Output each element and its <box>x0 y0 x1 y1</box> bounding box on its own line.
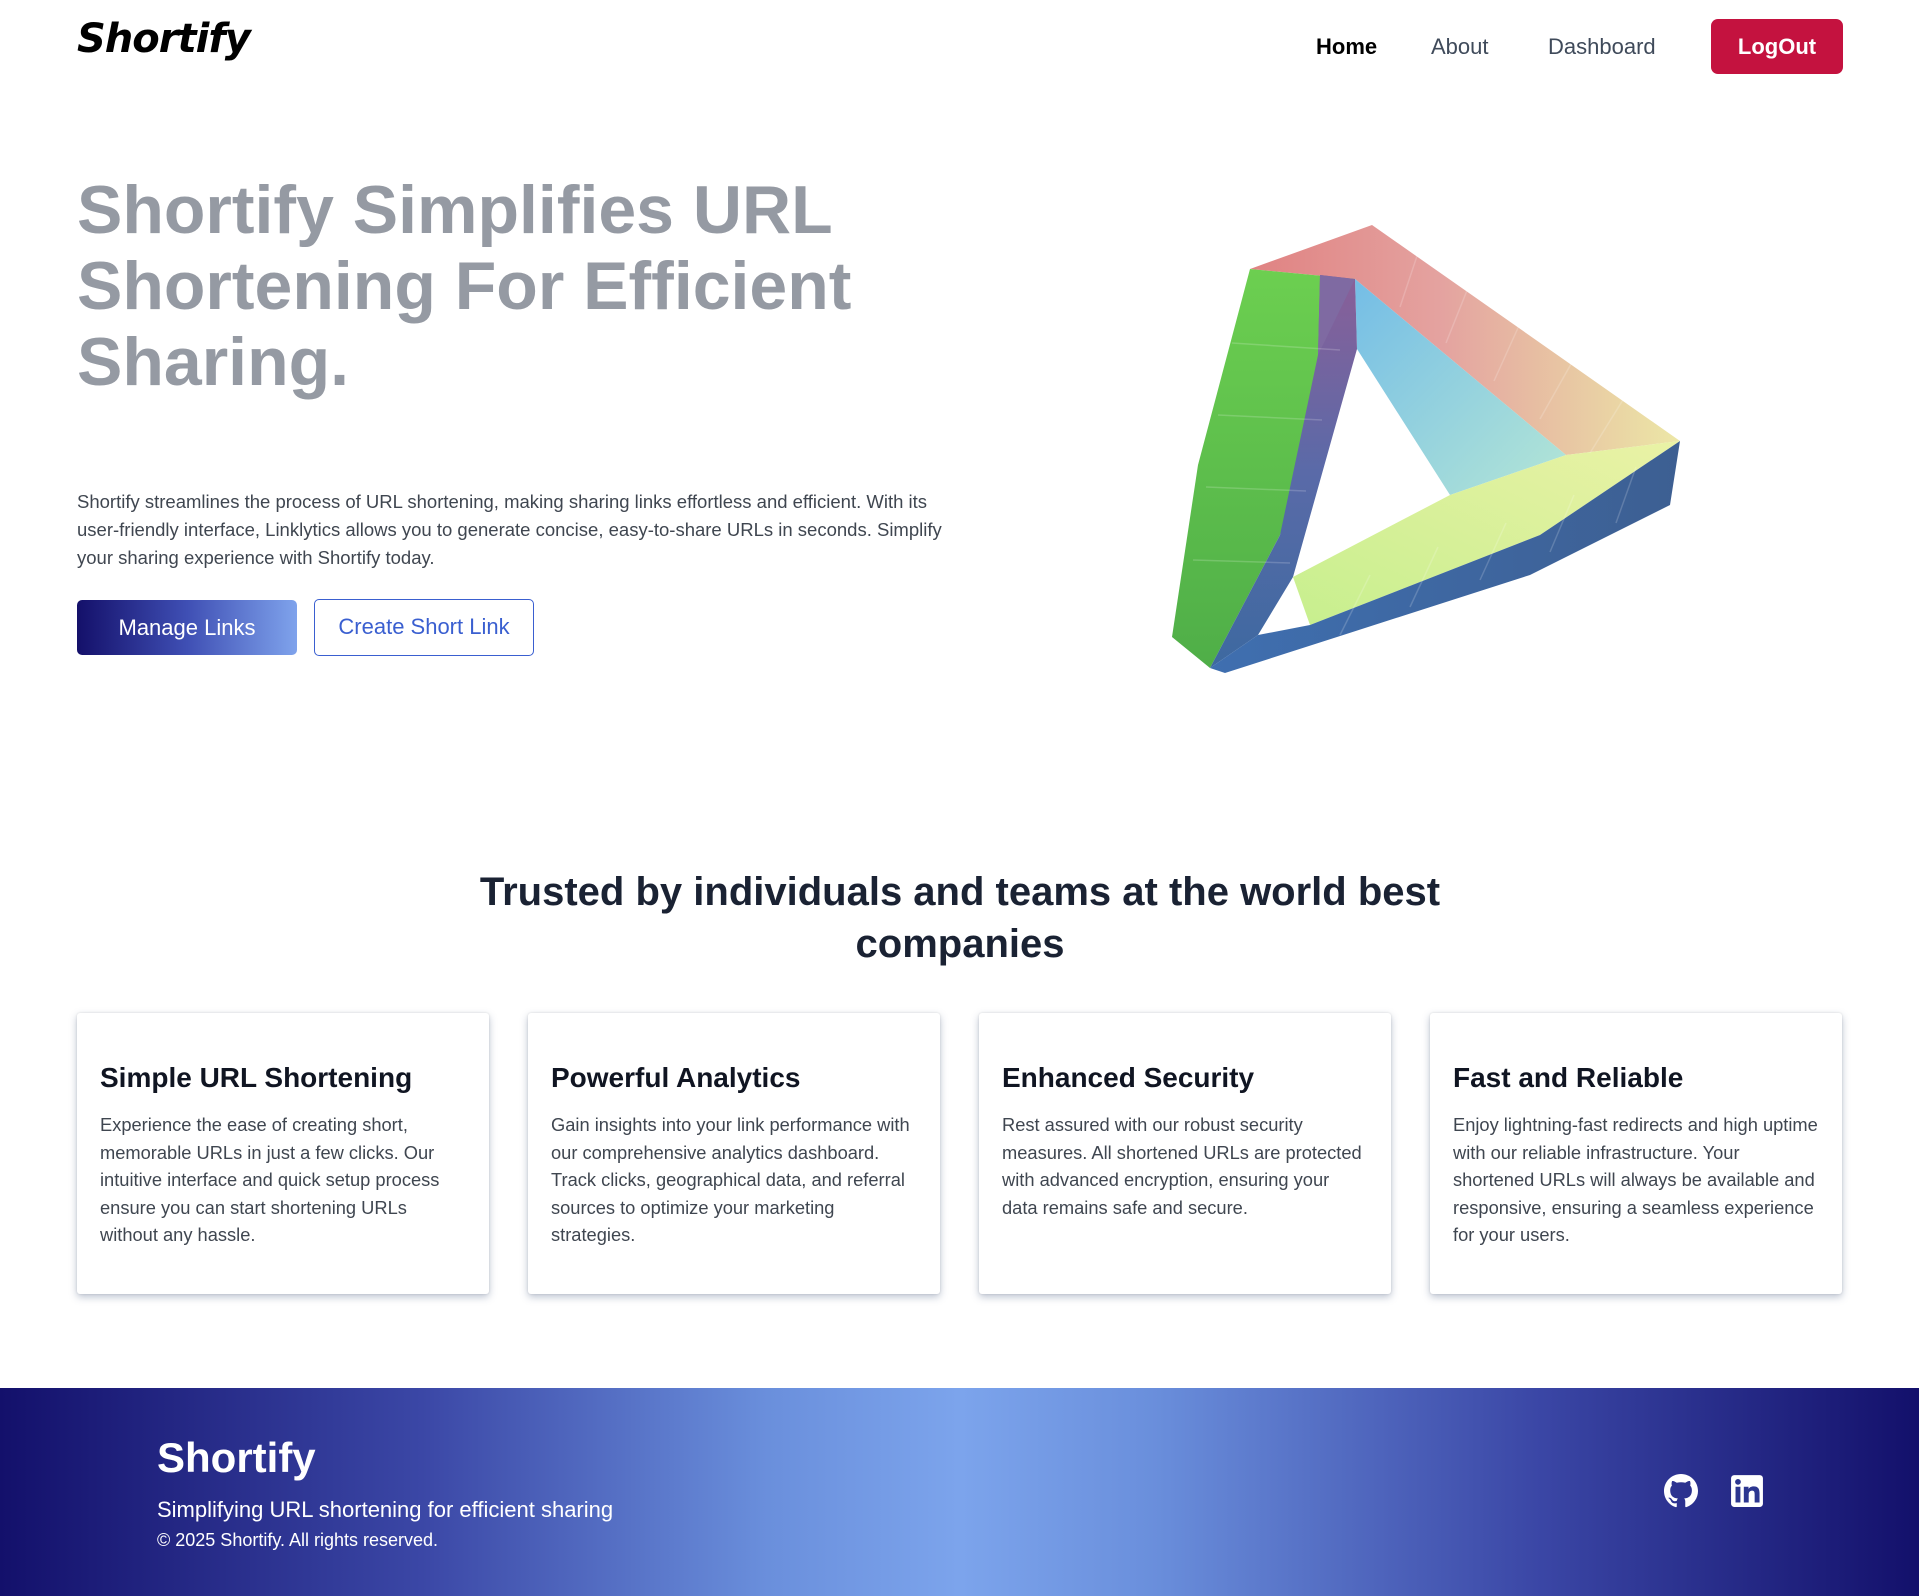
feature-card-simple-url-shortening: Simple URL Shortening Experience the eas… <box>77 1013 489 1294</box>
create-short-link-button[interactable]: Create Short Link <box>314 599 534 656</box>
feature-card-text: Experience the ease of creating short, m… <box>100 1114 440 1246</box>
footer: Shortify Simplifying URL shortening for … <box>0 1388 1919 1596</box>
feature-card-title: Simple URL Shortening <box>100 1062 413 1093</box>
feature-card-powerful-analytics: Powerful Analytics Gain insights into yo… <box>528 1013 940 1294</box>
footer-tagline: Simplifying URL shortening for efficient… <box>157 1497 614 1522</box>
feature-card-fast-and-reliable: Fast and Reliable Enjoy lightning-fast r… <box>1430 1013 1842 1294</box>
nav-about-link[interactable]: About <box>1431 34 1489 60</box>
impossible-triangle-illustration <box>1172 225 1680 673</box>
github-icon[interactable] <box>1664 1474 1698 1508</box>
nav-dashboard-link[interactable]: Dashboard <box>1548 34 1656 60</box>
feature-card-text: Enjoy lightning-fast redirects and high … <box>1453 1114 1818 1246</box>
linkedin-icon[interactable] <box>1730 1474 1764 1508</box>
trusted-heading: Trusted by individuals and teams at the … <box>479 870 1441 966</box>
feature-card-title: Enhanced Security <box>1002 1062 1255 1093</box>
manage-links-button[interactable]: Manage Links <box>77 600 297 655</box>
feature-card-title: Fast and Reliable <box>1453 1062 1684 1093</box>
feature-card-enhanced-security: Enhanced Security Rest assured with our … <box>979 1013 1391 1294</box>
hero-description: Shortify streamlines the process of URL … <box>77 491 942 568</box>
hero-title: Shortify Simplifies URL Shortening For E… <box>77 172 852 400</box>
feature-card-text: Gain insights into your link performance… <box>551 1114 910 1246</box>
nav-home-link[interactable]: Home <box>1316 34 1377 60</box>
feature-card-text: Rest assured with our robust security me… <box>1002 1114 1362 1218</box>
navbar: Shortify Home About Dashboard LogOut <box>0 0 1919 95</box>
footer-copyright: © 2025 Shortify. All rights reserved. <box>157 1530 439 1550</box>
logo[interactable]: Shortify <box>77 16 251 62</box>
logout-button[interactable]: LogOut <box>1711 19 1843 74</box>
footer-brand: Shortify <box>157 1434 316 1481</box>
feature-card-title: Powerful Analytics <box>551 1062 801 1093</box>
